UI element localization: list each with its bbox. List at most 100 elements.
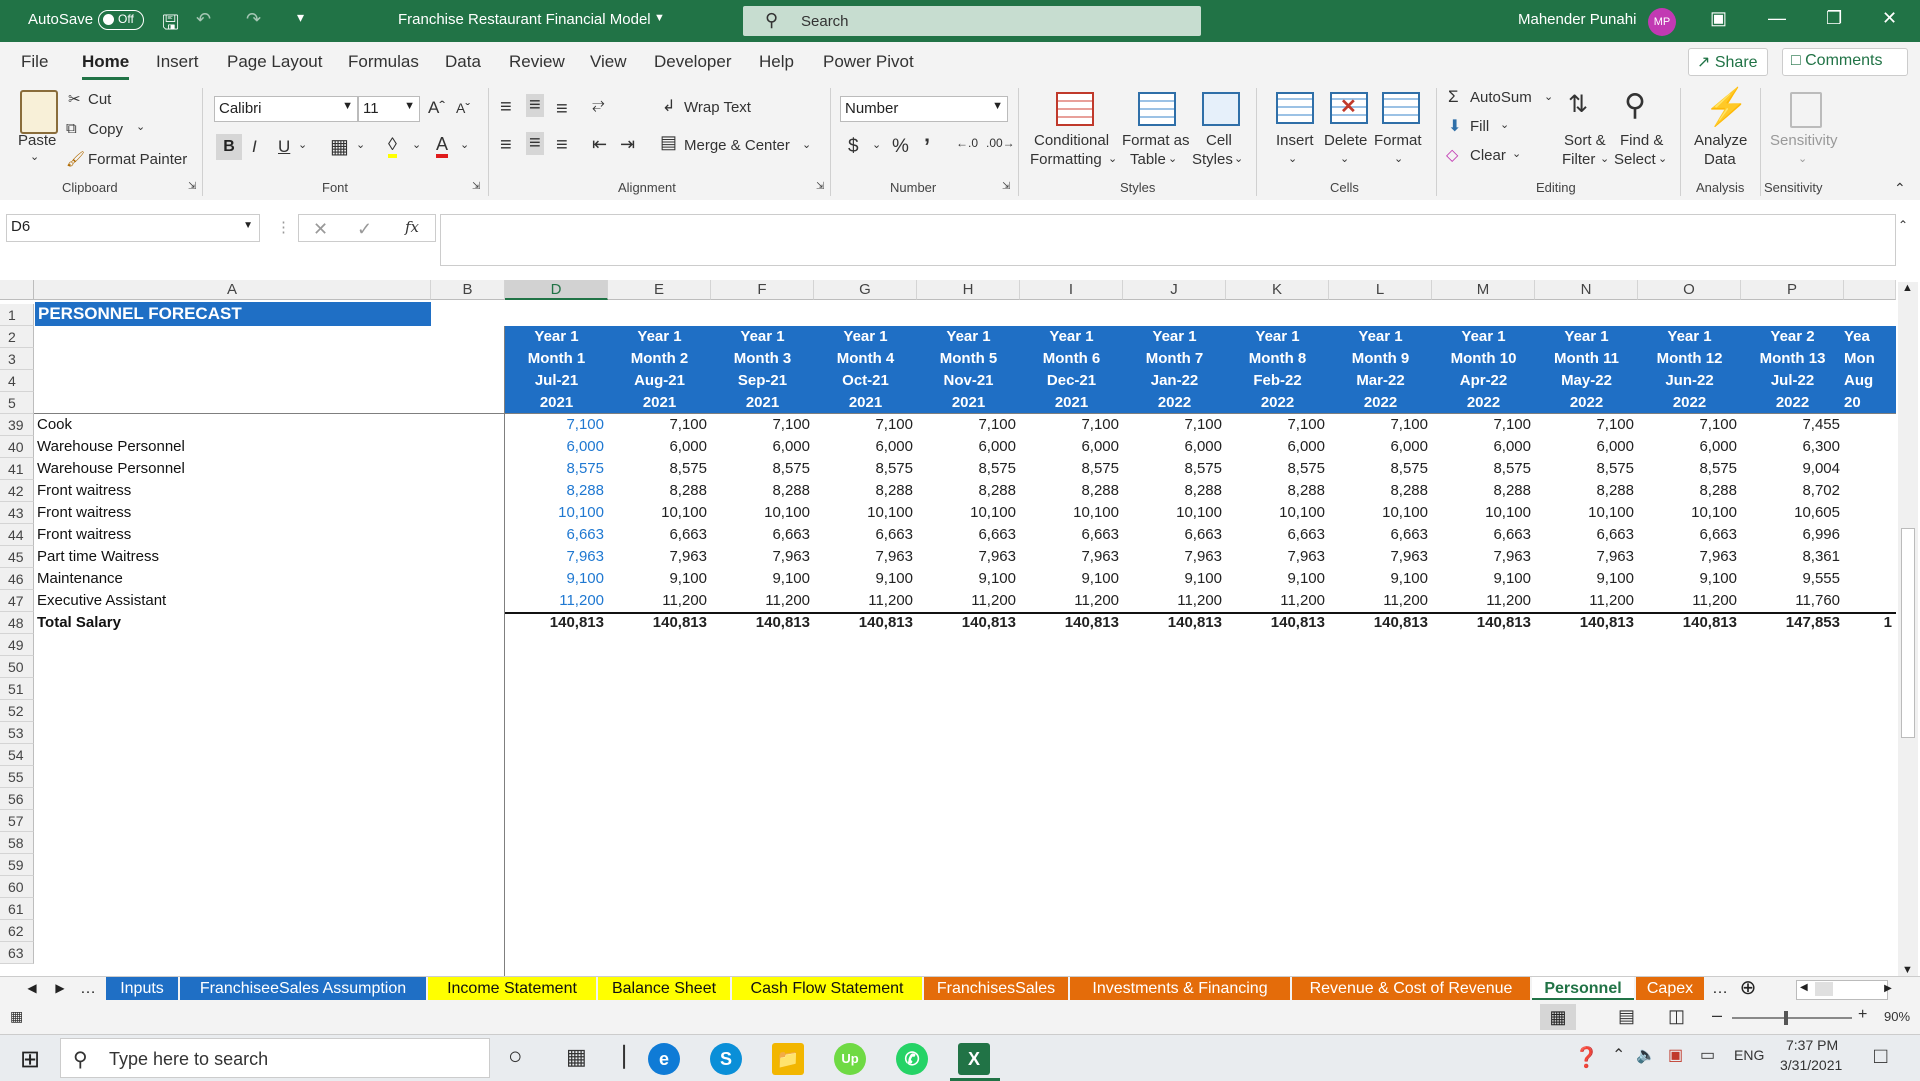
- value-cell[interactable]: 8,288: [1020, 480, 1123, 502]
- column-header-p[interactable]: P: [1741, 280, 1844, 300]
- period-header-cell[interactable]: Oct-21: [814, 370, 917, 392]
- column-header-m[interactable]: M: [1432, 280, 1535, 300]
- zoom-in-icon[interactable]: +: [1858, 1006, 1867, 1024]
- value-cell[interactable]: 9,100: [711, 568, 814, 590]
- increase-font-icon[interactable]: Aˆ: [428, 98, 445, 118]
- value-cell[interactable]: 8,288: [1432, 480, 1535, 502]
- value-cell[interactable]: 9,100: [1123, 568, 1226, 590]
- tray-chevron-icon[interactable]: ⌃: [1612, 1045, 1625, 1065]
- period-header-cell[interactable]: Year 1: [1638, 326, 1741, 348]
- user-name[interactable]: Mahender Punahi: [1518, 11, 1636, 28]
- value-cell[interactable]: 7,963: [1123, 546, 1226, 568]
- period-header-cell[interactable]: Aug: [1844, 370, 1896, 392]
- row-header[interactable]: 43: [0, 502, 34, 524]
- period-header-cell[interactable]: Month 5: [917, 348, 1020, 370]
- value-cell[interactable]: 11,200: [711, 590, 814, 612]
- value-cell[interactable]: 9,100: [814, 568, 917, 590]
- sheet-tab[interactable]: Revenue & Cost of Revenue: [1292, 977, 1530, 1001]
- scroll-right-icon[interactable]: ▶: [1880, 977, 1896, 1001]
- paste-icon[interactable]: [20, 90, 58, 134]
- row-header[interactable]: 39: [0, 414, 34, 436]
- period-header-cell[interactable]: Month 9: [1329, 348, 1432, 370]
- sort-filter-label-1[interactable]: Sort &: [1564, 132, 1606, 149]
- cut-label[interactable]: Cut: [88, 91, 111, 108]
- period-header-cell[interactable]: Month 10: [1432, 348, 1535, 370]
- period-header-cell[interactable]: Year 2: [1741, 326, 1844, 348]
- value-cell[interactable]: 7,100: [1020, 414, 1123, 436]
- language-indicator[interactable]: ENG: [1734, 1047, 1764, 1063]
- value-cell[interactable]: 6,663: [1020, 524, 1123, 546]
- value-cell[interactable]: 7,100: [505, 414, 608, 436]
- clock-time[interactable]: 7:37 PM: [1786, 1037, 1838, 1053]
- sheet-tab[interactable]: Cash Flow Statement: [732, 977, 922, 1001]
- period-header-cell[interactable]: 2021: [505, 392, 608, 414]
- value-cell[interactable]: 10,100: [1535, 502, 1638, 524]
- share-button[interactable]: ↗ Share: [1688, 48, 1768, 76]
- value-cell[interactable]: 7,963: [1432, 546, 1535, 568]
- scrollbar-thumb[interactable]: [1815, 982, 1833, 996]
- expand-formula-icon[interactable]: ⌃: [1898, 218, 1908, 232]
- period-header-cell[interactable]: Aug-21: [608, 370, 711, 392]
- period-header-cell[interactable]: 2021: [917, 392, 1020, 414]
- value-cell[interactable]: 8,575: [1535, 458, 1638, 480]
- period-header-cell[interactable]: Nov-21: [917, 370, 1020, 392]
- font-launcher-icon[interactable]: ⇲: [472, 181, 480, 192]
- paste-chevron-icon[interactable]: ⌄: [30, 150, 39, 163]
- value-cell[interactable]: 10,100: [711, 502, 814, 524]
- period-header-cell[interactable]: Month 6: [1020, 348, 1123, 370]
- value-cell[interactable]: 7,963: [917, 546, 1020, 568]
- cancel-icon[interactable]: ✕: [313, 219, 328, 240]
- row-header[interactable]: 2: [0, 326, 34, 348]
- period-header-cell[interactable]: 2021: [608, 392, 711, 414]
- period-header-cell[interactable]: Year 1: [608, 326, 711, 348]
- scrollbar-thumb[interactable]: [1901, 528, 1915, 738]
- value-cell[interactable]: 11,200: [1432, 590, 1535, 612]
- period-header-cell[interactable]: Jan-22: [1123, 370, 1226, 392]
- underline-icon[interactable]: U: [278, 137, 290, 157]
- column-header-d[interactable]: D: [505, 280, 608, 300]
- total-cell[interactable]: 140,813: [1638, 612, 1741, 634]
- value-cell[interactable]: 6,000: [1638, 436, 1741, 458]
- merge-center-icon[interactable]: ▤: [660, 132, 677, 153]
- row-header[interactable]: 44: [0, 524, 34, 546]
- decrease-font-icon[interactable]: Aˇ: [456, 100, 470, 116]
- row-header[interactable]: 62: [0, 920, 34, 942]
- value-cell[interactable]: 8,702: [1741, 480, 1844, 502]
- find-select-label-1[interactable]: Find &: [1620, 132, 1663, 149]
- value-cell[interactable]: 8,288: [1329, 480, 1432, 502]
- row-header[interactable]: 47: [0, 590, 34, 612]
- value-cell[interactable]: 8,288: [505, 480, 608, 502]
- total-cell[interactable]: 1: [1844, 612, 1896, 634]
- insert-cells-label[interactable]: Insert: [1276, 132, 1314, 149]
- copy-chevron-icon[interactable]: ⌄: [136, 120, 145, 133]
- value-cell[interactable]: 8,575: [1226, 458, 1329, 480]
- value-cell[interactable]: 7,100: [1638, 414, 1741, 436]
- analyze-data-icon[interactable]: ⚡: [1704, 86, 1749, 128]
- total-cell[interactable]: 140,813: [1329, 612, 1432, 634]
- italic-icon[interactable]: I: [252, 137, 257, 157]
- period-header-cell[interactable]: 2021: [814, 392, 917, 414]
- value-cell[interactable]: 7,100: [711, 414, 814, 436]
- row-header[interactable]: 57: [0, 810, 34, 832]
- value-cell[interactable]: 11,200: [505, 590, 608, 612]
- row-label[interactable]: Maintenance: [35, 568, 431, 590]
- alignment-launcher-icon[interactable]: ⇲: [816, 181, 824, 192]
- increase-decimal-icon[interactable]: ←.0: [956, 136, 978, 150]
- redo-icon[interactable]: ↷: [246, 9, 261, 30]
- currency-chevron-icon[interactable]: ⌄: [872, 138, 881, 151]
- value-cell[interactable]: 8,288: [1638, 480, 1741, 502]
- value-cell[interactable]: 7,100: [1329, 414, 1432, 436]
- save-icon[interactable]: 🖫: [162, 8, 179, 42]
- period-header-cell[interactable]: Month 7: [1123, 348, 1226, 370]
- page-layout-view-icon[interactable]: ▤: [1618, 1006, 1635, 1027]
- total-cell[interactable]: 147,853: [1741, 612, 1844, 634]
- clock-date[interactable]: 3/31/2021: [1780, 1057, 1842, 1073]
- cortana-icon[interactable]: ○: [508, 1043, 523, 1071]
- currency-icon[interactable]: $: [848, 136, 859, 158]
- tab-help[interactable]: Help: [759, 52, 794, 72]
- row-header[interactable]: 46: [0, 568, 34, 590]
- find-chevron-icon[interactable]: ⌄: [1658, 152, 1667, 165]
- value-cell[interactable]: 7,100: [1432, 414, 1535, 436]
- notification-badge-icon[interactable]: ▣: [1668, 1045, 1683, 1065]
- close-icon[interactable]: ✕: [1882, 8, 1897, 29]
